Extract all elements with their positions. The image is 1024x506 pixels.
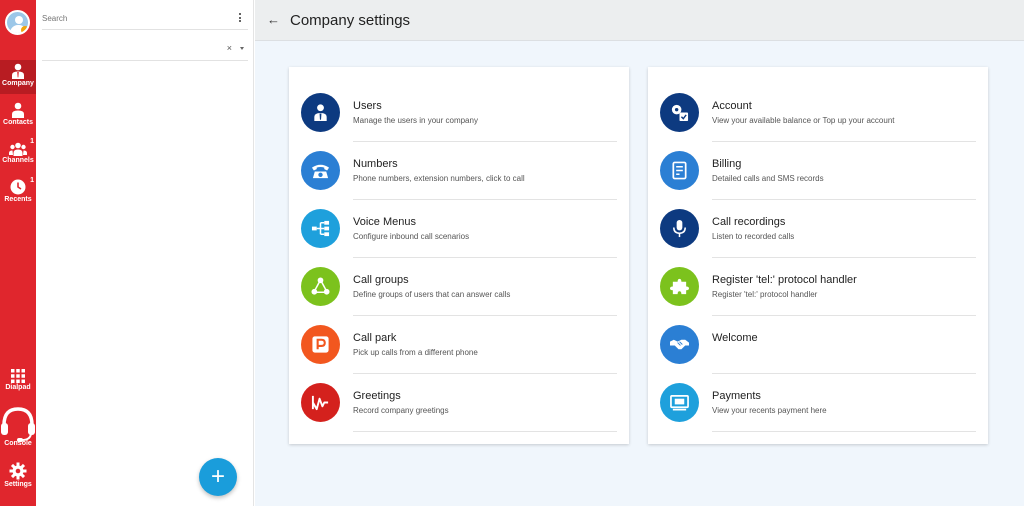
settings-item-greetings[interactable]: Greetings Record company greetings [301,375,617,433]
user-tie-icon [301,93,340,132]
item-subtitle: Pick up calls from a different phone [353,348,478,357]
divider [353,373,617,374]
item-subtitle: Phone numbers, extension numbers, click … [353,174,525,183]
settings-item-call-groups[interactable]: Call groups Define groups of users that … [301,259,617,317]
sitemap-icon [301,209,340,248]
headset-icon [1,407,35,442]
item-title: Users [353,100,382,112]
receipt-icon [660,151,699,190]
settings-item-users[interactable]: Users Manage the users in your company [301,85,617,143]
rail-item-settings[interactable]: Settings [0,460,36,494]
waveform-icon [301,383,340,422]
divider [353,315,617,316]
item-title: Welcome [712,332,758,344]
user-avatar[interactable] [5,10,30,35]
settings-item-billing[interactable]: Billing Detailed calls and SMS records [660,143,976,201]
rail-label: Recents [4,196,32,203]
settings-card-left: Users Manage the users in your company N… [289,67,629,444]
item-title: Greetings [353,390,401,402]
settings-item-tel-handler[interactable]: Register 'tel:' protocol handler Registe… [660,259,976,317]
settings-item-call-recordings[interactable]: Call recordings Listen to recorded calls [660,201,976,259]
item-title: Call groups [353,274,409,286]
rail-label: Settings [4,481,32,488]
divider [712,141,976,142]
group-triangle-icon [301,267,340,306]
item-subtitle: Define groups of users that can answer c… [353,290,511,299]
parking-icon [301,325,340,364]
rail-item-dialpad[interactable]: Dialpad [0,369,36,399]
rail-item-channels[interactable]: Channels 1 [0,138,36,172]
divider [712,315,976,316]
settings-item-voice-menus[interactable]: Voice Menus Configure inbound call scena… [301,201,617,259]
item-title: Payments [712,390,761,402]
settings-item-call-park[interactable]: Call park Pick up calls from a different… [301,317,617,375]
divider [353,431,617,432]
account-gear-icon [660,93,699,132]
nav-rail: Company Contacts Channels 1 Recents 1 Di… [0,0,36,506]
divider [712,373,976,374]
item-subtitle: View your available balance or Top up yo… [712,116,895,125]
rail-label: Dialpad [5,384,31,391]
item-subtitle: Record company greetings [353,406,449,415]
gear-icon [9,462,27,480]
rail-item-contacts[interactable]: Contacts [0,99,36,133]
item-title: Call park [353,332,397,344]
item-subtitle: Listen to recorded calls [712,232,795,241]
search-bar [42,8,248,30]
item-title: Account [712,100,752,112]
settings-item-welcome[interactable]: Welcome [660,317,976,375]
item-title: Numbers [353,158,398,170]
divider [712,199,976,200]
item-subtitle: Detailed calls and SMS records [712,174,824,183]
clock-icon [10,179,26,195]
group-icon [9,142,27,156]
dialpad-icon [11,369,25,383]
rail-label: Channels [2,157,34,164]
back-arrow-icon[interactable]: ← [267,12,280,27]
page-title: Company settings [290,12,411,29]
settings-item-numbers[interactable]: Numbers Phone numbers, extension numbers… [301,143,617,201]
settings-card-right: Account View your available balance or T… [648,67,988,444]
payment-card-icon [660,383,699,422]
rail-item-recents[interactable]: Recents 1 [0,177,36,211]
settings-item-payments[interactable]: Payments View your recents payment here [660,375,976,433]
handshake-icon [660,325,699,364]
divider [353,199,617,200]
item-title: Billing [712,158,742,170]
microphone-icon [660,209,699,248]
clear-icon[interactable]: × [227,43,232,53]
contacts-panel: × + [36,0,254,506]
divider [353,257,617,258]
chevron-down-icon[interactable] [240,47,244,50]
settings-item-account[interactable]: Account View your available balance or T… [660,85,976,143]
rail-label: Company [2,80,34,87]
item-title: Register 'tel:' protocol handler [712,274,857,286]
more-options-icon[interactable] [239,13,242,24]
person-icon [12,102,24,118]
puzzle-icon [660,267,699,306]
item-subtitle: View your recents payment here [712,406,827,415]
rail-item-company[interactable]: Company [0,60,36,94]
item-title: Voice Menus [353,216,416,228]
rail-label: Console [4,440,32,447]
divider [712,431,976,432]
presence-dot [21,26,28,33]
item-subtitle: Configure inbound call scenarios [353,232,470,241]
divider [712,257,976,258]
channels-badge: 1 [30,138,34,145]
filter-select[interactable]: × [42,38,248,61]
telephone-icon [301,151,340,190]
add-button[interactable]: + [199,458,237,496]
main-content: ← Company settings Users Manage the user… [255,0,1024,506]
item-subtitle: Register 'tel:' protocol handler [712,290,818,299]
divider [353,141,617,142]
header-bar: ← Company settings [255,0,1024,41]
recents-badge: 1 [30,177,34,184]
rail-item-console[interactable]: Console [0,405,36,453]
search-input[interactable] [42,14,222,23]
item-title: Call recordings [712,216,786,228]
rail-label: Contacts [3,119,33,126]
user-tie-icon [12,63,24,79]
item-subtitle: Manage the users in your company [353,116,478,125]
